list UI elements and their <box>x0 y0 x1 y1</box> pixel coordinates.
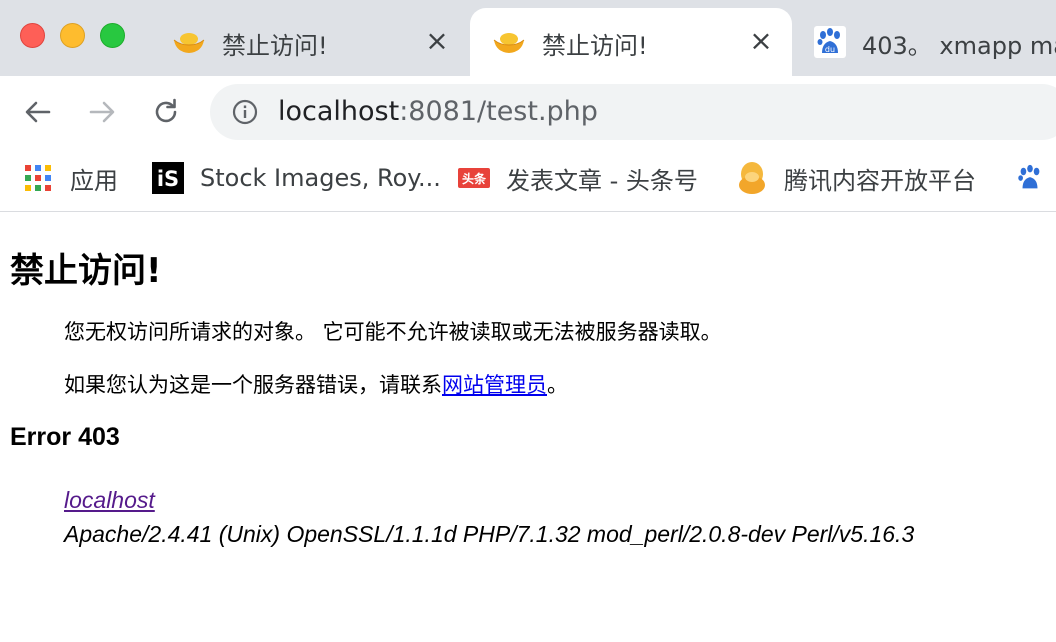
tab-1[interactable]: 禁止访问! × <box>150 8 468 76</box>
browser-toolbar: localhost:8081/test.php <box>0 76 1056 148</box>
bookmark-label: 应用 <box>70 166 118 195</box>
svg-text:du: du <box>825 45 835 54</box>
bookmark-label: Stock Images, Roy... <box>200 164 441 192</box>
tab-2-active[interactable]: 禁止访问! × <box>470 8 792 76</box>
site-info-icon[interactable] <box>232 99 258 125</box>
page-content: 禁止访问! 您无权访问所请求的对象。 它可能不允许被读取或无法被服务器读取。 如… <box>0 213 1056 642</box>
bookmarks-bar: 应用 iS Stock Images, Roy... 头条 发表文章 - 头条号 <box>0 148 1056 212</box>
webmaster-link[interactable]: 网站管理员 <box>442 373 547 397</box>
gold-ingot-icon <box>492 30 526 56</box>
bookmark-label: 发表文章 - 头条号 <box>506 166 698 195</box>
error-message: 您无权访问所请求的对象。 它可能不允许被读取或无法被服务器读取。 <box>64 320 722 344</box>
contact-message: 如果您认为这是一个服务器错误，请联系网站管理员。 <box>64 369 568 399</box>
window-close-button[interactable] <box>20 23 45 48</box>
bookmark-baidu[interactable] <box>1014 160 1056 196</box>
close-icon[interactable]: × <box>748 27 774 55</box>
url-text[interactable]: localhost:8081/test.php <box>278 96 598 127</box>
url-path: :8081/test.php <box>399 96 598 127</box>
tab-title: 禁止访问! <box>222 32 328 60</box>
tab-3[interactable]: du 403。 xmapp ma <box>800 8 1056 76</box>
bookmark-toutiao[interactable]: 头条 发表文章 - 头条号 <box>458 160 698 196</box>
url-host: localhost <box>278 96 400 127</box>
istock-icon: iS <box>152 162 184 194</box>
bookmark-label: 腾讯内容开放平台 <box>784 166 976 195</box>
arrow-right-icon <box>89 101 115 123</box>
bookmark-apps[interactable]: 应用 <box>22 160 118 196</box>
address-bar[interactable]: localhost:8081/test.php <box>210 84 1056 140</box>
reload-button[interactable] <box>146 92 186 132</box>
back-button[interactable] <box>18 92 58 132</box>
bookmark-tencent[interactable]: 腾讯内容开放平台 <box>736 160 976 196</box>
arrow-left-icon <box>25 101 51 123</box>
toutiao-icon: 头条 <box>458 162 490 194</box>
reload-icon <box>155 98 177 123</box>
gold-ingot-icon <box>172 30 206 56</box>
tab-title: 禁止访问! <box>542 32 648 60</box>
close-icon[interactable]: × <box>424 27 450 55</box>
svg-text:头条: 头条 <box>462 171 487 186</box>
contact-prefix: 如果您认为这是一个服务器错误，请联系 <box>64 373 442 397</box>
forward-button[interactable] <box>82 92 122 132</box>
window-zoom-button[interactable] <box>100 23 125 48</box>
server-address: localhost Apache/2.4.41 (Unix) OpenSSL/1… <box>64 483 914 551</box>
penguin-icon <box>736 162 768 194</box>
page-heading: 禁止访问! <box>10 251 162 291</box>
tab-title: 403。 xmapp ma <box>862 32 1056 60</box>
contact-suffix: 。 <box>547 373 568 397</box>
baidu-paw-icon <box>1014 162 1046 194</box>
bookmark-istock[interactable]: iS Stock Images, Roy... <box>152 160 441 196</box>
apps-grid-icon <box>22 162 54 194</box>
tab-strip: 禁止访问! × 禁止访问! × du 403。 xmapp ma <box>0 0 1056 76</box>
svg-text:iS: iS <box>157 167 179 191</box>
baidu-paw-icon: du <box>814 26 846 58</box>
server-host-link[interactable]: localhost <box>64 487 155 513</box>
server-signature: Apache/2.4.41 (Unix) OpenSSL/1.1.1d PHP/… <box>64 521 915 547</box>
window-minimize-button[interactable] <box>60 23 85 48</box>
error-code: Error 403 <box>10 423 120 451</box>
